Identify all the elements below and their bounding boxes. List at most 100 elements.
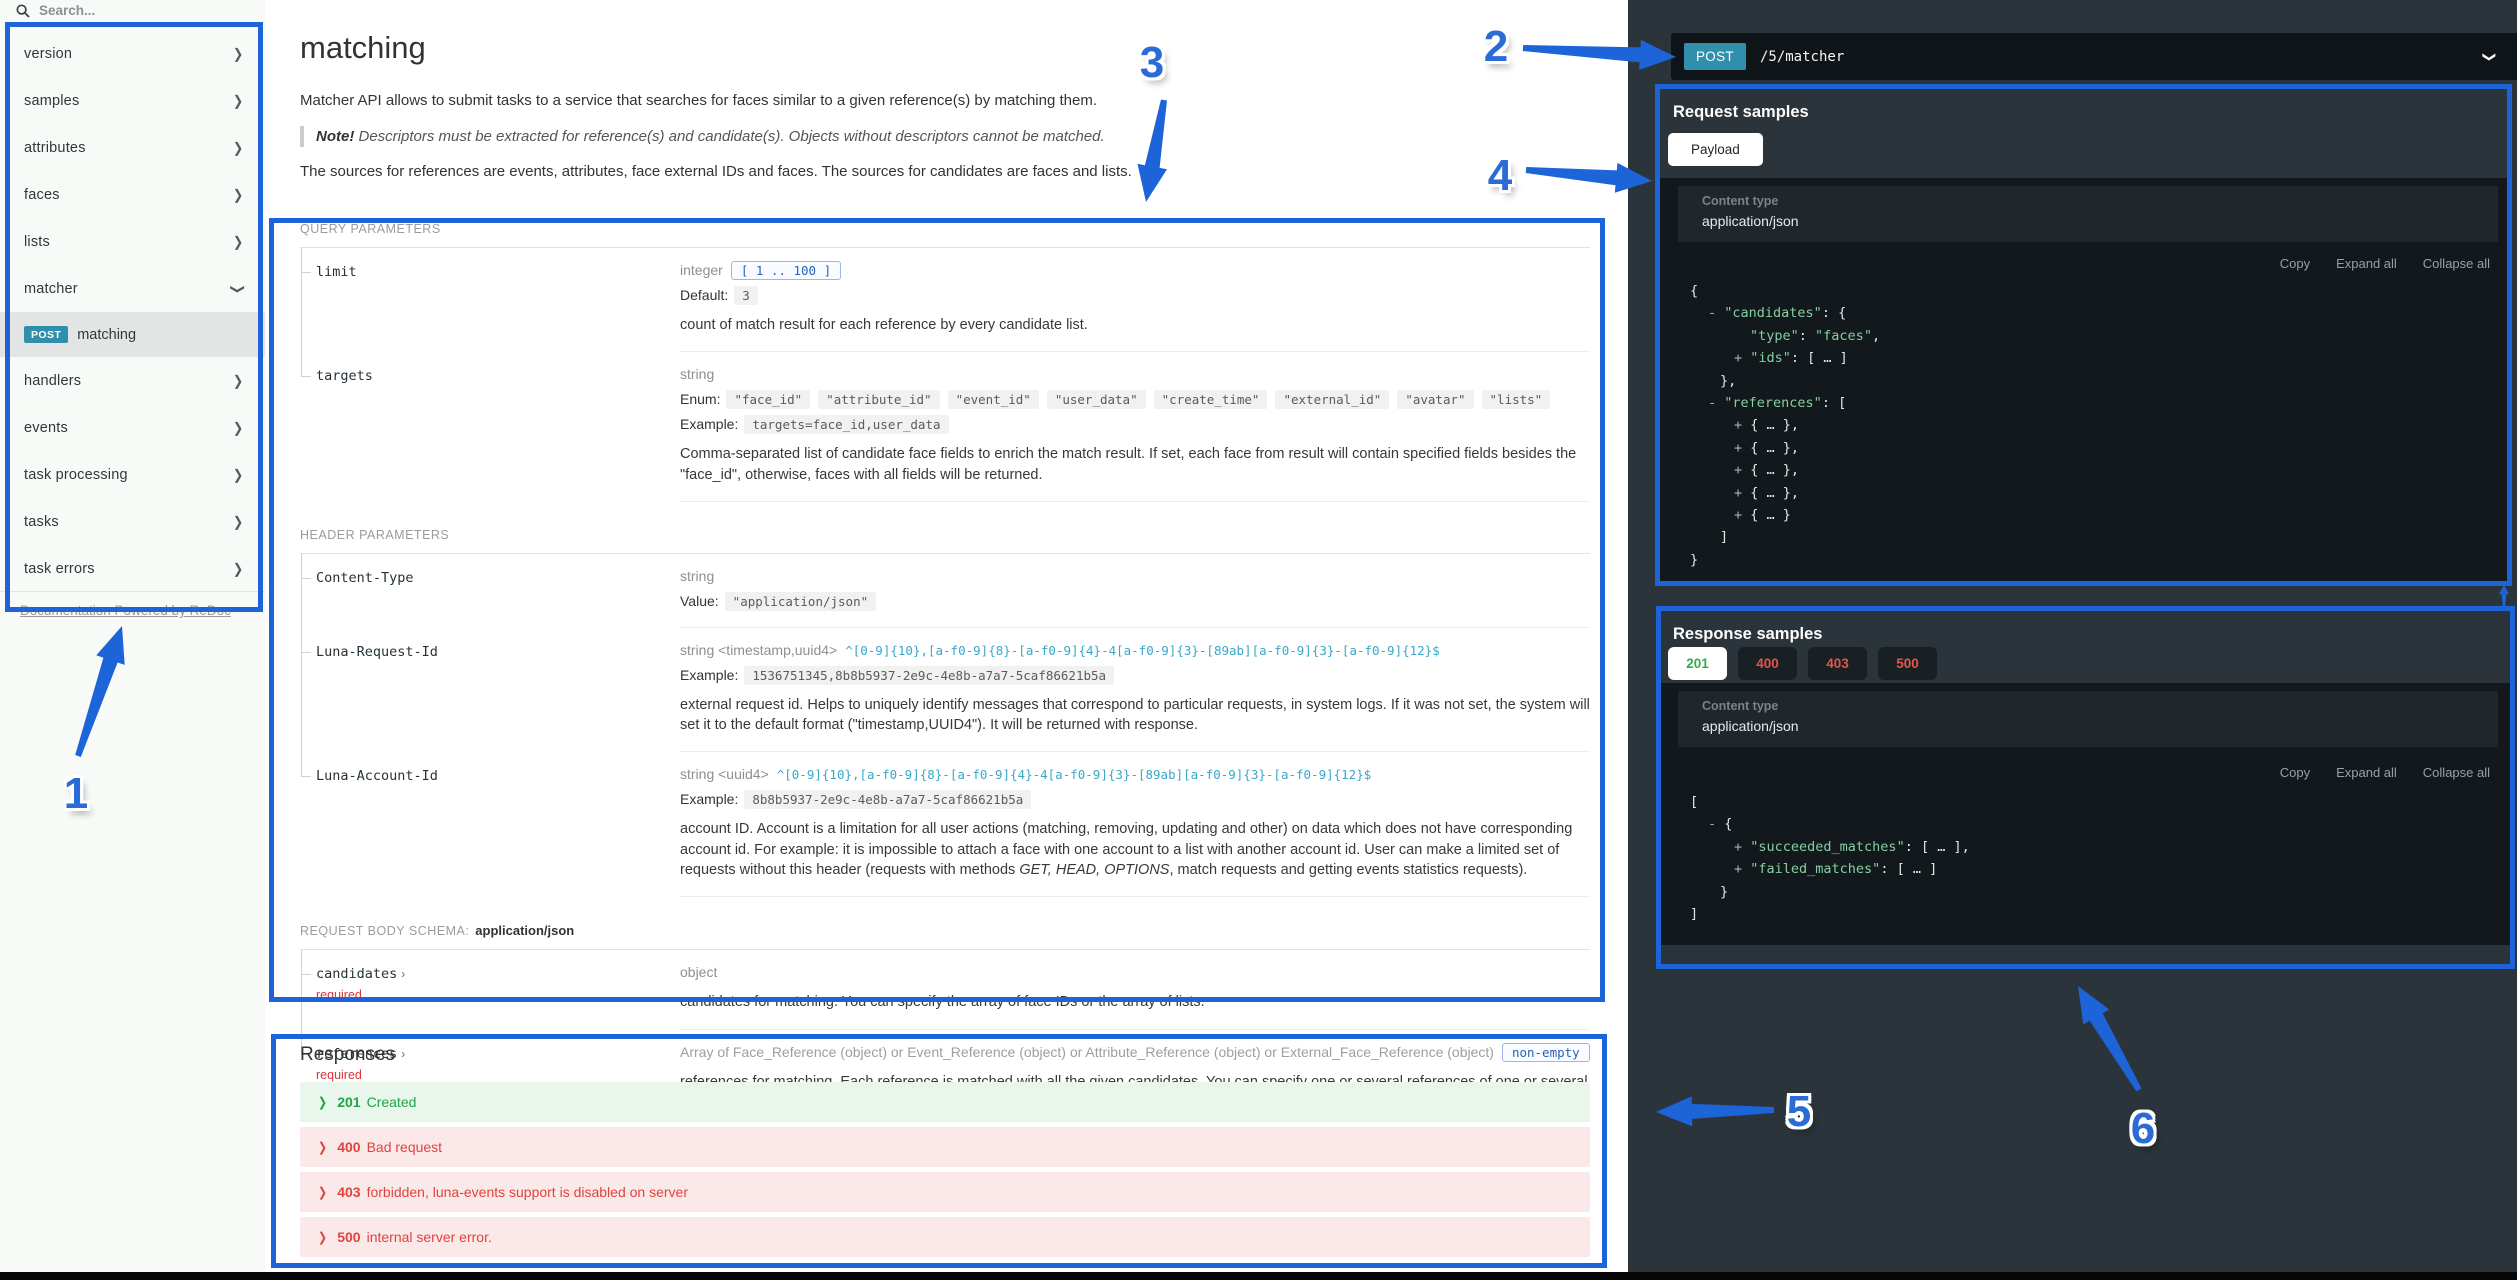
sidebar-item-version[interactable]: version❯ bbox=[0, 30, 265, 77]
expand-toggle[interactable]: + bbox=[1734, 462, 1750, 478]
expand-toggle[interactable]: + bbox=[1734, 485, 1750, 501]
param-detail-line: account ID. Account is a limitation for … bbox=[680, 819, 1590, 880]
copy-action[interactable]: Copy bbox=[2280, 765, 2310, 780]
expand-toggle[interactable]: + bbox=[1734, 350, 1750, 366]
expand-toggle[interactable]: - bbox=[1708, 305, 1724, 321]
param-chip: 1536751345,8b8b5937-2e9c-4e8b-a7a7-5caf8… bbox=[744, 666, 1114, 685]
responses-section: Responses ❯201Created❯400Bad request❯403… bbox=[300, 1044, 1590, 1262]
param-name[interactable]: targets bbox=[316, 368, 670, 384]
response-tab-201[interactable]: 201 bbox=[1668, 647, 1727, 680]
sidebar-item-attributes[interactable]: attributes❯ bbox=[0, 124, 265, 171]
search-icon bbox=[16, 4, 30, 18]
code-line: + { … } bbox=[1690, 504, 2502, 526]
param-name-cell: limit bbox=[300, 248, 680, 352]
sidebar-item-events[interactable]: events❯ bbox=[0, 404, 265, 451]
code-token: : [ … ] bbox=[1880, 861, 1937, 877]
code-token: : [ bbox=[1822, 395, 1846, 411]
response-tab-403[interactable]: 403 bbox=[1808, 647, 1867, 680]
code-token: "references" bbox=[1724, 395, 1822, 411]
code-token: , bbox=[1872, 328, 1880, 344]
chevron-right-icon: ❯ bbox=[233, 560, 243, 576]
sidebar-item-lists[interactable]: lists❯ bbox=[0, 218, 265, 265]
code-token: "succeeded_matches" bbox=[1750, 839, 1904, 855]
payload-tab[interactable]: Payload bbox=[1668, 133, 1763, 166]
chevron-right-icon: ❯ bbox=[318, 1184, 327, 1200]
sidebar-item-task-errors[interactable]: task errors❯ bbox=[0, 545, 265, 592]
note-label: Note! bbox=[316, 128, 354, 145]
response-tab-500[interactable]: 500 bbox=[1878, 647, 1937, 680]
expand-all-action[interactable]: Expand all bbox=[2336, 765, 2397, 780]
expand-toggle[interactable]: + bbox=[1734, 417, 1750, 433]
sidebar-item-handlers[interactable]: handlers❯ bbox=[0, 357, 265, 404]
code-token: { … }, bbox=[1750, 485, 1799, 501]
param-name-cell: Luna-Request-Id bbox=[300, 628, 680, 753]
expand-toggle[interactable]: + bbox=[1734, 507, 1750, 523]
code-line: } bbox=[1690, 549, 2502, 571]
expand-toggle[interactable]: - bbox=[1708, 395, 1724, 411]
sidebar-item-matcher[interactable]: matcher❯ bbox=[0, 265, 265, 312]
search-box[interactable] bbox=[16, 3, 250, 23]
content-type-label: Content type bbox=[1702, 194, 2474, 208]
section-label: HEADER PARAMETERS bbox=[300, 528, 1590, 554]
sidebar-item-faces[interactable]: faces❯ bbox=[0, 171, 265, 218]
sidebar-item-matching-active[interactable]: POST matching bbox=[0, 312, 265, 357]
param-details: string <uuid4>^[0-9]{10},[a-f0-9]{8}-[a-… bbox=[680, 752, 1590, 897]
response-row-500[interactable]: ❯500internal server error. bbox=[300, 1217, 1590, 1257]
request-samples-title: Request samples bbox=[1673, 103, 1809, 122]
search-input[interactable] bbox=[39, 3, 219, 18]
param-chip: "application/json" bbox=[725, 592, 876, 611]
expand-toggle[interactable]: - bbox=[1708, 816, 1724, 832]
param-row: Luna-Request-Id string <timestamp,uuid4>^… bbox=[300, 628, 1590, 753]
code-line: { bbox=[1690, 280, 2502, 302]
code-line: ] bbox=[1690, 903, 2502, 925]
param-pattern: ^[0-9]{10},[a-f0-9]{8}-[a-f0-9]{4}-4[a-f… bbox=[777, 767, 1372, 782]
sidebar-item-label: matching bbox=[77, 327, 136, 343]
page-title: matching bbox=[300, 30, 1590, 66]
section-label: REQUEST BODY SCHEMA:application/json bbox=[300, 923, 1590, 950]
chevron-down-icon[interactable]: ❯ bbox=[2482, 51, 2498, 62]
response-row-201[interactable]: ❯201Created bbox=[300, 1082, 1590, 1122]
response-row-403[interactable]: ❯403forbidden, luna-events support is di… bbox=[300, 1172, 1590, 1212]
param-name[interactable]: Content-Type bbox=[316, 570, 670, 586]
param-label: Default: bbox=[680, 287, 728, 303]
sidebar-item-samples[interactable]: samples❯ bbox=[0, 77, 265, 124]
param-detail-line: Comma-separated list of candidate face f… bbox=[680, 444, 1590, 485]
param-chip: "avatar" bbox=[1397, 390, 1473, 409]
param-details: objectcandidates for matching. You can s… bbox=[680, 950, 1590, 1029]
expand-toggle[interactable]: + bbox=[1734, 839, 1750, 855]
param-name[interactable]: Luna-Request-Id bbox=[316, 644, 670, 660]
expand-toggle[interactable]: + bbox=[1734, 440, 1750, 456]
copy-action[interactable]: Copy bbox=[2280, 256, 2310, 271]
endpoint-bar[interactable]: POST /5/matcher ❯ bbox=[1671, 33, 2517, 80]
param-label: Enum: bbox=[680, 391, 720, 407]
collapse-all-action[interactable]: Collapse all bbox=[2423, 765, 2490, 780]
param-detail-line: string <timestamp,uuid4>^[0-9]{10},[a-f0… bbox=[680, 642, 1590, 660]
code-line: }, bbox=[1690, 370, 2502, 392]
code-line: - "candidates": { bbox=[1690, 302, 2502, 324]
param-type: integer bbox=[680, 262, 723, 278]
param-label: Example: bbox=[680, 791, 738, 807]
code-line: + "ids": [ … ] bbox=[1690, 347, 2502, 369]
post-badge: POST bbox=[24, 326, 68, 343]
powered-by-redoc-link[interactable]: Documentation Powered by ReDoc bbox=[20, 603, 231, 618]
code-line: } bbox=[1690, 881, 2502, 903]
bottom-bar bbox=[0, 1272, 2517, 1280]
code-line: [ bbox=[1690, 791, 2502, 813]
code-line: + { … }, bbox=[1690, 459, 2502, 481]
param-name[interactable]: limit bbox=[316, 264, 670, 280]
response-row-400[interactable]: ❯400Bad request bbox=[300, 1127, 1590, 1167]
collapse-all-action[interactable]: Collapse all bbox=[2423, 256, 2490, 271]
code-token: }, bbox=[1720, 373, 1736, 389]
code-token: "faces" bbox=[1815, 328, 1872, 344]
param-name[interactable]: Luna-Account-Id bbox=[316, 768, 670, 784]
expand-toggle[interactable]: + bbox=[1734, 861, 1750, 877]
response-code: 500 bbox=[337, 1229, 360, 1245]
sidebar-item-tasks[interactable]: tasks❯ bbox=[0, 498, 265, 545]
param-name[interactable]: candidates› bbox=[316, 966, 670, 982]
response-tab-400[interactable]: 400 bbox=[1738, 647, 1797, 680]
code-line: + "failed_matches": [ … ] bbox=[1690, 858, 2502, 880]
sidebar-item-task-processing[interactable]: task processing❯ bbox=[0, 451, 265, 498]
param-detail-line: Value:"application/json" bbox=[680, 593, 1590, 611]
sidebar-footer: Documentation Powered by ReDoc bbox=[0, 591, 265, 620]
expand-all-action[interactable]: Expand all bbox=[2336, 256, 2397, 271]
